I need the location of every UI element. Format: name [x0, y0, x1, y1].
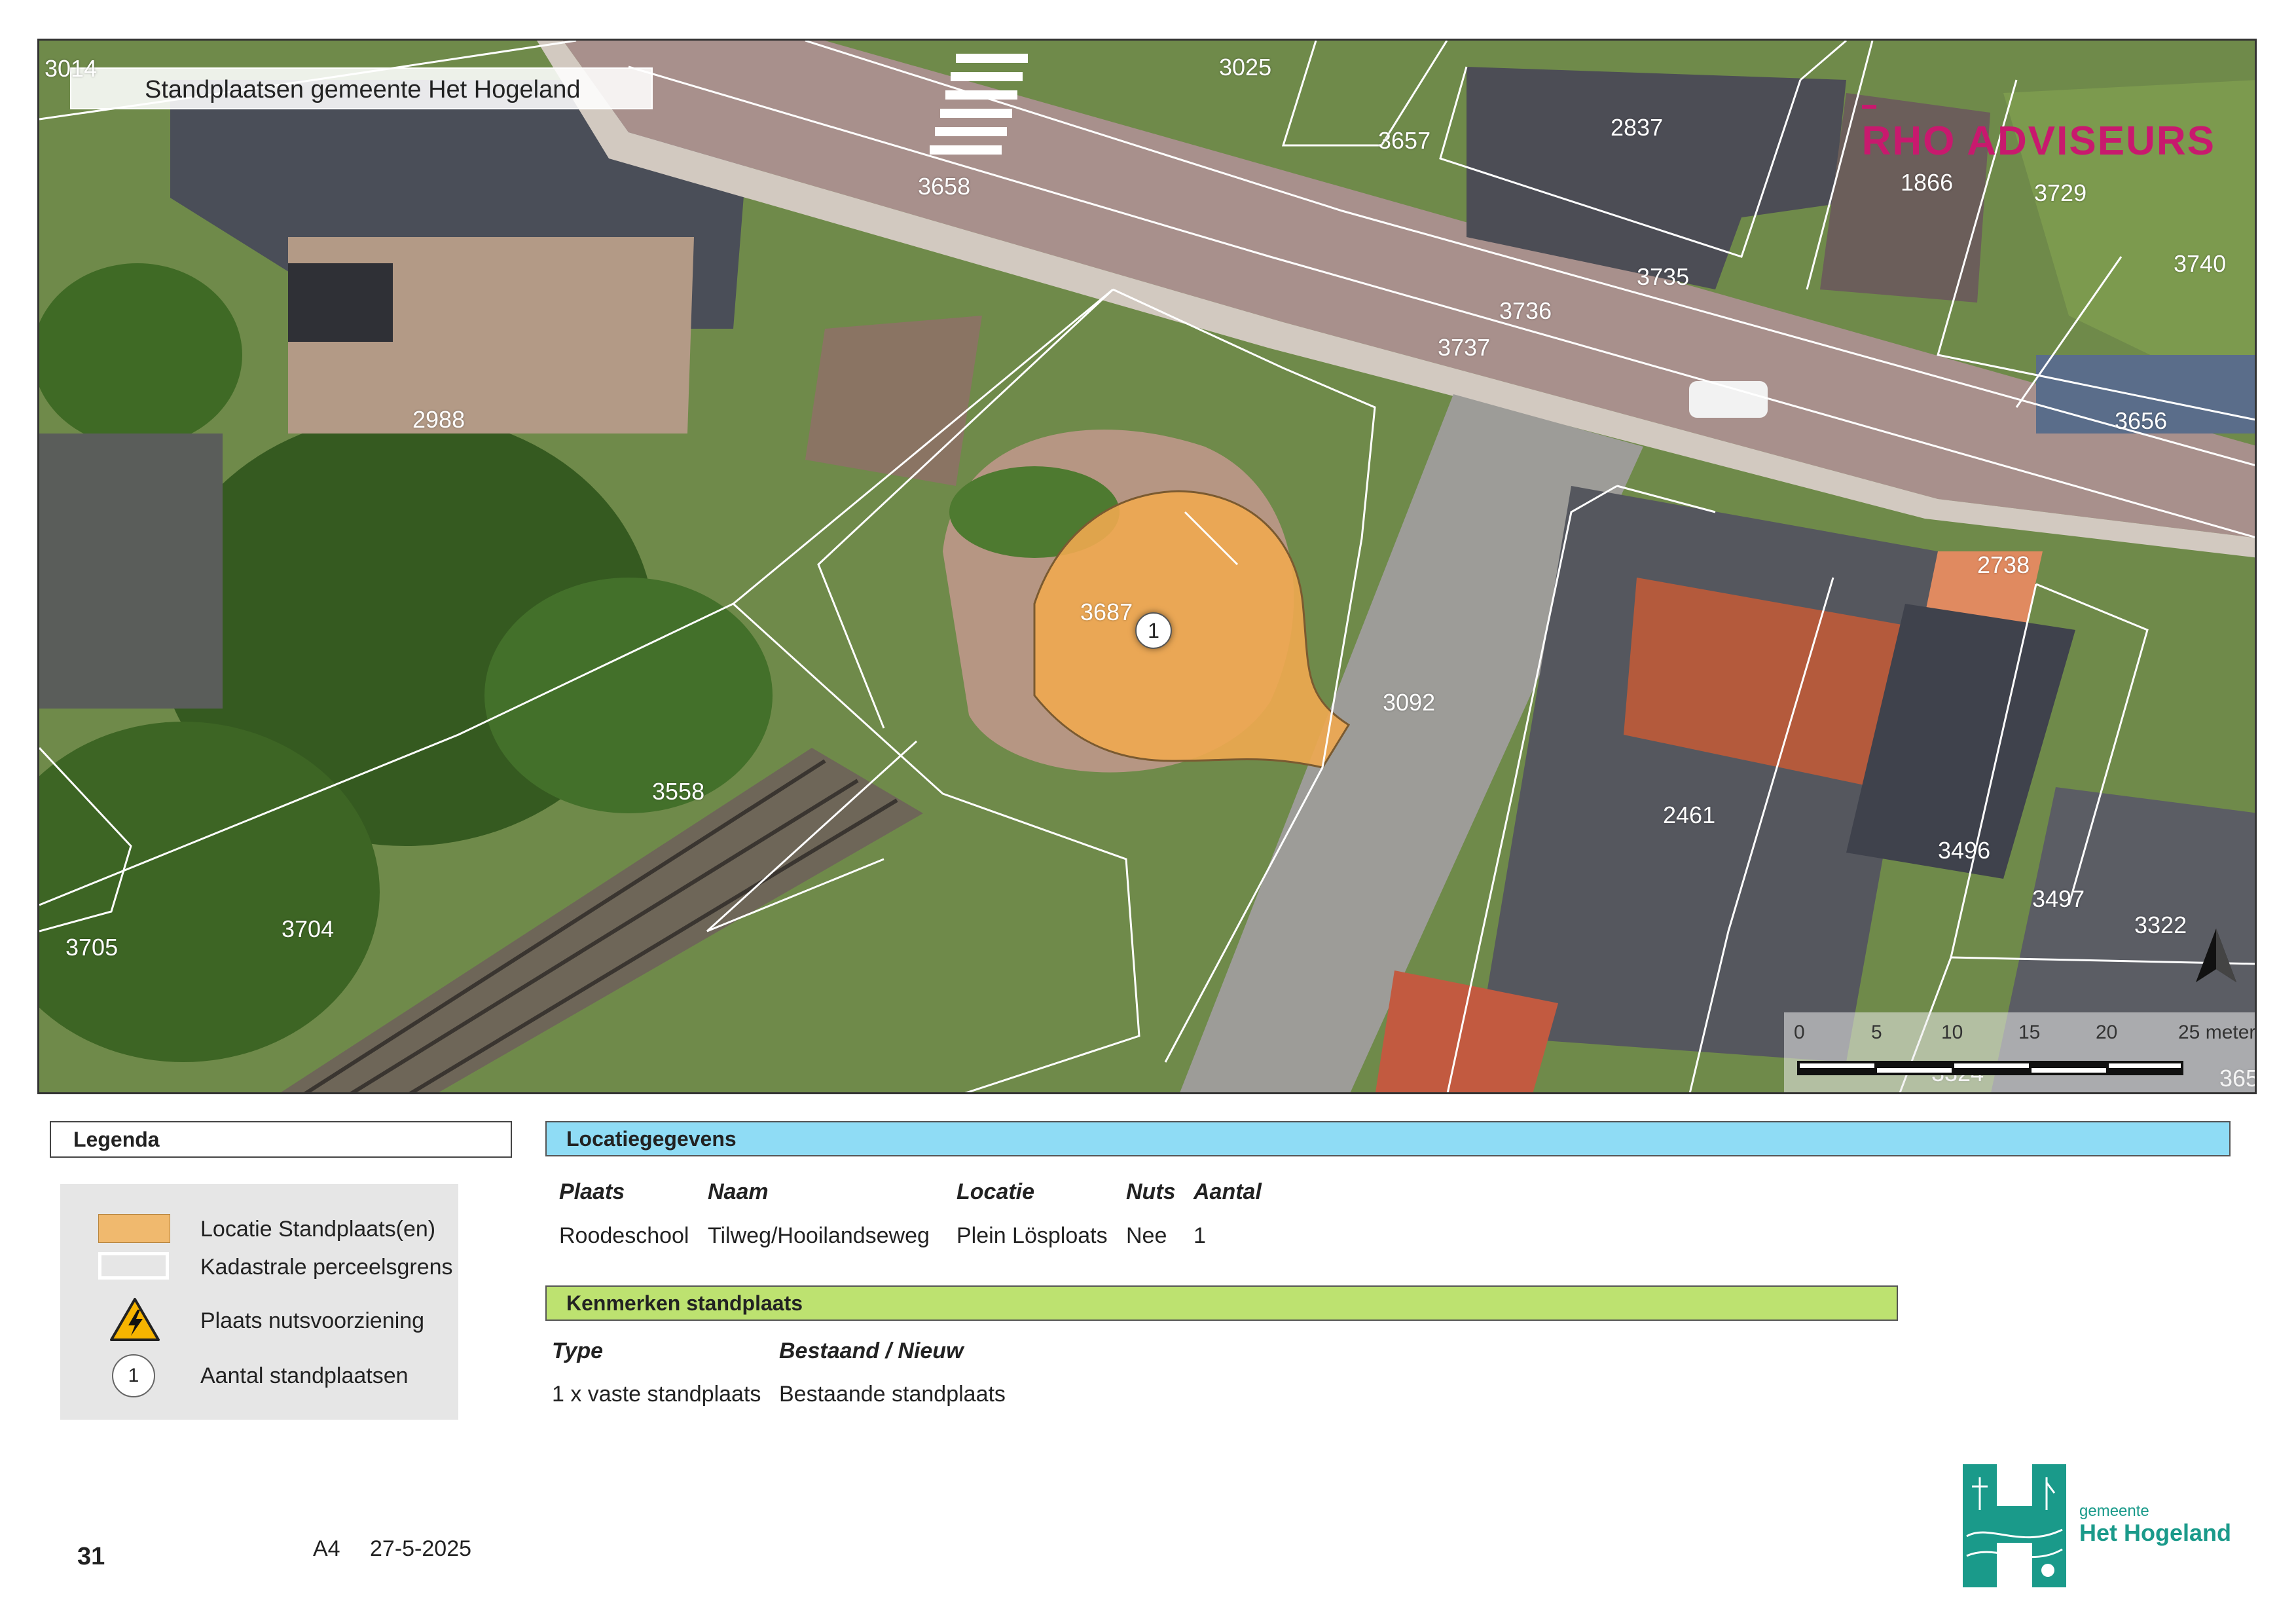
rho-adviseurs-logo: RHO ADVISEURS [1861, 105, 2215, 164]
location-section-title: Locatiegegevens [545, 1121, 2231, 1156]
scale-tick: 15 [2018, 1022, 2041, 1043]
col-header-locatie: Locatie [957, 1179, 1035, 1204]
scale-bar: 0 5 10 15 20 25 meter [1784, 1012, 2256, 1092]
col-header-plaats: Plaats [559, 1179, 625, 1204]
logo-text-het-hogeland: Het Hogeland [2079, 1519, 2232, 1546]
number-circle: 1 [112, 1354, 155, 1397]
parcel-label: 3658 [918, 173, 971, 200]
cell-plaats: Roodeschool [559, 1223, 689, 1248]
legend-item: 1 Aantal standplaatsen [60, 1354, 458, 1397]
legend-item: Kadastrale perceelsgrens [60, 1252, 458, 1291]
parcel-label: 2837 [1611, 114, 1664, 141]
cell-aantal: 1 [1194, 1223, 1206, 1248]
logo-text-gemeente: gemeente [2079, 1502, 2149, 1520]
scale-tick: 0 [1794, 1022, 1805, 1043]
parcel-label: 3729 [2034, 179, 2087, 206]
standplaats-count-marker[interactable]: 1 [1135, 612, 1172, 649]
col-header-type: Type [552, 1338, 604, 1363]
cell-locatie: Plein Lösploats [957, 1223, 1108, 1248]
scale-tick: 5 [1871, 1022, 1882, 1043]
scale-tick: 20 [2096, 1022, 2118, 1043]
parcel-label: 3656 [2115, 407, 2168, 434]
cell-type: 1 x vaste standplaats [552, 1382, 761, 1407]
cell-naam: Tilweg/Hooilandseweg [708, 1223, 930, 1248]
legend-label: Plaats nutsvoorziening [200, 1308, 425, 1333]
parcel-label: 2738 [1977, 551, 2030, 578]
parcel-label: 3558 [652, 778, 705, 805]
parcel-border-swatch [98, 1252, 169, 1280]
parcel-label: 2461 [1663, 802, 1716, 828]
col-header-bestaand-nieuw: Bestaand / Nieuw [779, 1338, 964, 1363]
parcel-label: 3735 [1637, 263, 1690, 290]
parcel-label: 3657 [1378, 127, 1431, 154]
legend-item: Locatie Standplaats(en) [60, 1210, 458, 1249]
het-hogeland-emblem [1963, 1464, 2066, 1587]
document-date: 27-5-2025 [370, 1536, 472, 1561]
page-number: 31 [77, 1543, 105, 1570]
location-swatch [98, 1214, 170, 1243]
electric-warning-icon [110, 1298, 160, 1341]
paper-format: A4 [313, 1536, 340, 1561]
col-header-nuts: Nuts [1126, 1179, 1176, 1204]
legend: Locatie Standplaats(en) Kadastrale perce… [60, 1184, 458, 1420]
legend-label: Aantal standplaatsen [200, 1363, 409, 1388]
parcel-label: 3687 [1080, 599, 1133, 625]
cell-bestaand-nieuw: Bestaande standplaats [779, 1382, 1006, 1407]
legend-label: Kadastrale perceelsgrens [200, 1255, 453, 1280]
parcel-label: 3092 [1383, 689, 1436, 716]
scale-tick: 10 [1941, 1022, 1963, 1043]
parcel-label: 3322 [2134, 912, 2187, 938]
parcel-label: 3025 [1219, 54, 1272, 81]
parcel-label: 3737 [1438, 334, 1491, 361]
north-arrow-icon [2196, 929, 2236, 982]
parcel-label: 2988 [412, 406, 465, 433]
features-section-title: Kenmerken standplaats [545, 1285, 1898, 1321]
col-header-aantal: Aantal [1194, 1179, 1262, 1204]
col-header-naam: Naam [708, 1179, 769, 1204]
aerial-map[interactable]: Standplaatsen gemeente Het Hogeland RHO … [37, 39, 2257, 1094]
parcel-label: 3014 [45, 55, 98, 82]
parcel-label: 3496 [1938, 837, 1991, 864]
parcel-label: 3704 [282, 915, 335, 942]
parcel-label: 3736 [1499, 297, 1552, 324]
legend-item: Plaats nutsvoorziening [60, 1297, 458, 1341]
het-hogeland-logo [1963, 1464, 2066, 1587]
map-imagery [39, 41, 2255, 1092]
parcel-label: 3497 [2032, 885, 2085, 912]
parcel-label: 1866 [1901, 169, 1954, 196]
cell-nuts: Nee [1126, 1223, 1167, 1248]
legend-label: Locatie Standplaats(en) [200, 1217, 436, 1242]
parcel-label: 3705 [65, 934, 118, 961]
map-title: Standplaatsen gemeente Het Hogeland [70, 67, 653, 109]
scale-bar-graphic [1797, 1061, 2183, 1075]
parcel-label: 3740 [2174, 250, 2227, 277]
scale-tick: 25 meter [2178, 1022, 2256, 1043]
legend-title: Legenda [50, 1121, 512, 1158]
